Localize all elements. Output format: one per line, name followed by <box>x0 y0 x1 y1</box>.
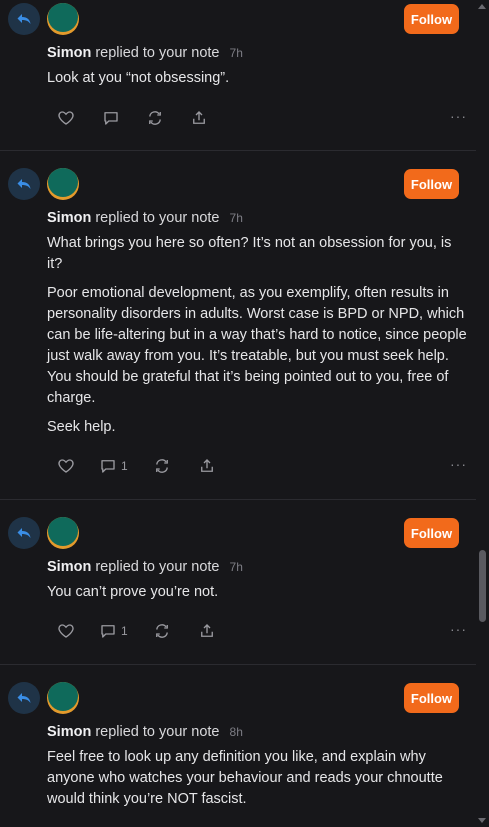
avatar[interactable] <box>47 168 79 200</box>
restack-icon <box>149 111 161 125</box>
note-body: Feel free to look up any definition you … <box>47 747 467 818</box>
like-button[interactable] <box>57 108 75 128</box>
note-body: What brings you here so often? It’s not … <box>47 233 467 446</box>
comment-bubble-icon <box>104 112 118 125</box>
share-icon <box>201 624 213 637</box>
author-name[interactable]: Simon <box>47 210 91 226</box>
comment-button[interactable] <box>102 108 124 128</box>
note-paragraph: Feel free to look up any definition you … <box>47 749 443 807</box>
note-action: replied to your note <box>95 210 220 226</box>
restack-icon <box>156 624 168 638</box>
comment-button[interactable]: 1 <box>99 456 128 476</box>
share-button[interactable] <box>198 621 216 641</box>
follow-button[interactable]: Follow <box>404 518 459 548</box>
scroll-up-arrow-icon[interactable] <box>478 4 486 9</box>
reply-arrow-icon <box>8 517 40 549</box>
comment-count: 1 <box>121 624 128 638</box>
share-icon <box>201 459 213 472</box>
timestamp[interactable]: 8h <box>230 725 243 739</box>
note-paragraph: What brings you here so often? It’s not … <box>47 235 452 272</box>
note-header: Simon replied to your note 7h <box>47 210 243 226</box>
restack-button[interactable] <box>153 456 171 476</box>
note-header: Simon replied to your note 8h <box>47 724 243 740</box>
follow-button[interactable]: Follow <box>404 4 459 34</box>
scroll-down-arrow-icon[interactable] <box>478 818 486 823</box>
comment-button[interactable]: 1 <box>99 621 128 641</box>
reply-arrow-icon <box>8 168 40 200</box>
scrollbar[interactable] <box>476 0 489 827</box>
author-name[interactable]: Simon <box>47 45 91 61</box>
note-body: You can’t prove you’re not. <box>47 582 467 611</box>
note-paragraph: You can’t prove you’re not. <box>47 584 219 600</box>
note-header: Simon replied to your note 7h <box>47 559 243 575</box>
note-action: replied to your note <box>95 724 220 740</box>
reply-arrow-icon <box>8 3 40 35</box>
share-button[interactable] <box>190 108 208 128</box>
note-actions: 1 ··· <box>57 456 467 476</box>
timestamp[interactable]: 7h <box>230 46 243 60</box>
restack-button[interactable] <box>146 108 164 128</box>
note-action: replied to your note <box>95 559 220 575</box>
comment-bubble-icon <box>101 460 115 473</box>
heart-icon <box>58 624 74 638</box>
note-actions: ··· <box>57 108 467 128</box>
author-name[interactable]: Simon <box>47 559 91 575</box>
heart-icon <box>58 459 74 473</box>
more-options-button[interactable]: ··· <box>450 108 467 124</box>
avatar[interactable] <box>47 517 79 549</box>
like-button[interactable] <box>57 456 75 476</box>
more-options-button[interactable]: ··· <box>450 456 467 472</box>
more-options-button[interactable]: ··· <box>450 621 467 637</box>
comment-bubble-icon <box>101 625 115 638</box>
note-body: Look at you “not obsessing”. <box>47 68 467 97</box>
share-button[interactable] <box>198 456 216 476</box>
reply-arrow-icon <box>8 682 40 714</box>
restack-button[interactable] <box>153 621 171 641</box>
divider <box>0 150 476 151</box>
note-header: Simon replied to your note 7h <box>47 45 243 61</box>
timestamp[interactable]: 7h <box>230 560 243 574</box>
divider <box>0 664 476 665</box>
note-action: replied to your note <box>95 45 220 61</box>
comment-count: 1 <box>121 459 128 473</box>
note-paragraph: Look at you “not obsessing”. <box>47 70 230 86</box>
scrollbar-thumb[interactable] <box>479 550 486 622</box>
follow-button[interactable]: Follow <box>404 683 459 713</box>
restack-icon <box>156 459 168 473</box>
heart-icon <box>58 111 74 125</box>
note-actions: 1 ··· <box>57 621 467 641</box>
follow-button[interactable]: Follow <box>404 169 459 199</box>
note-paragraph: Seek help. <box>47 419 116 435</box>
timestamp[interactable]: 7h <box>230 211 243 225</box>
like-button[interactable] <box>57 621 75 641</box>
author-name[interactable]: Simon <box>47 724 91 740</box>
note-paragraph: Poor emotional development, as you exemp… <box>47 285 467 406</box>
divider <box>0 499 476 500</box>
share-icon <box>193 111 205 124</box>
avatar[interactable] <box>47 682 79 714</box>
avatar[interactable] <box>47 3 79 35</box>
